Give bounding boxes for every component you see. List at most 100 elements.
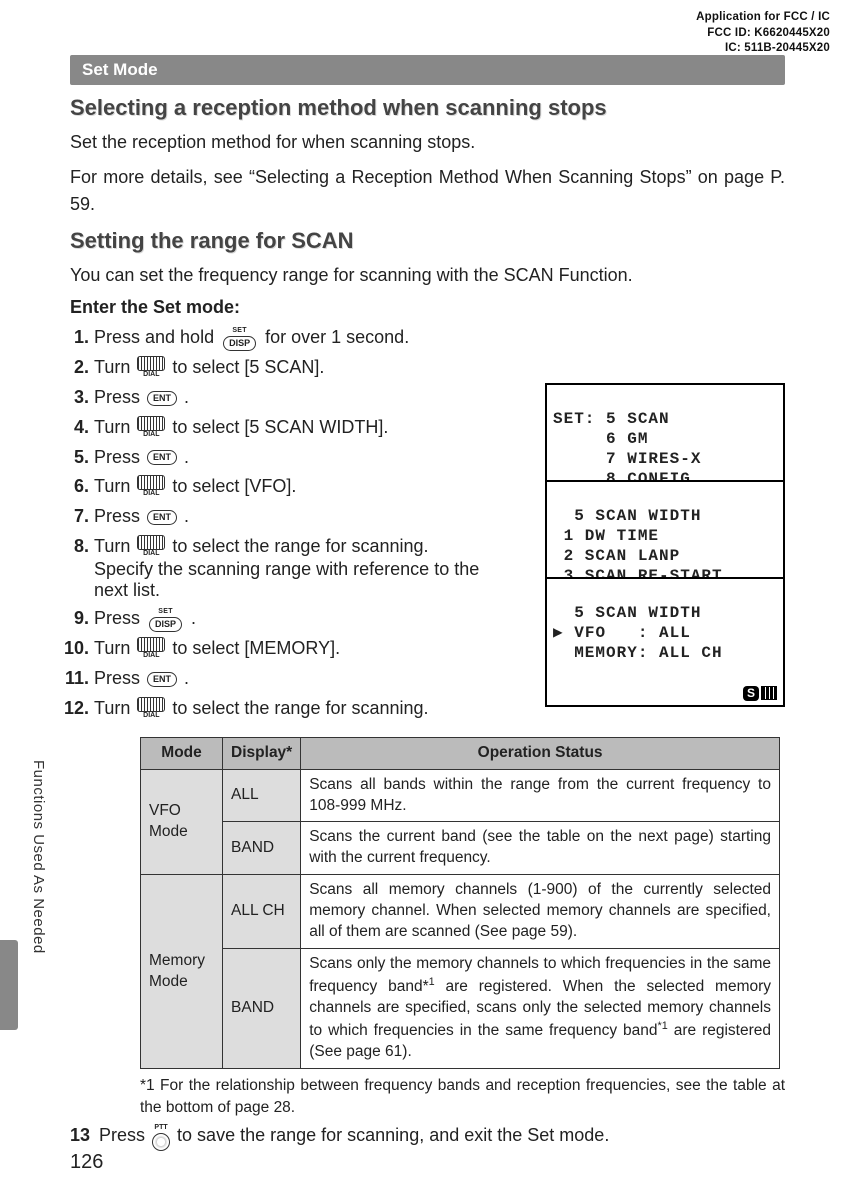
set-mode-heading: Set Mode <box>70 55 785 85</box>
step-9: Press SET DISP . <box>94 605 485 633</box>
side-section-label: Functions Used As Needed <box>30 760 47 954</box>
step6-text-a: Turn <box>94 476 135 496</box>
table-row: VFO Mode ALL Scans all bands within the … <box>141 769 780 822</box>
cell-display-all: ALL <box>223 769 301 822</box>
dial-icon: DIAL <box>137 475 165 500</box>
cell-mode-memory: Memory Mode <box>141 875 223 1069</box>
cell-display-band2: BAND <box>223 949 301 1069</box>
meta-line-3: IC: 511B-20445X20 <box>696 41 830 57</box>
cell-status-4: Scans only the memory channels to which … <box>301 949 780 1069</box>
step4-text-a: Turn <box>94 417 135 437</box>
ent-button-icon: ENT <box>147 510 177 525</box>
section1-paragraph2: For more details, see “Selecting a Recep… <box>70 164 785 218</box>
lcd2-line2: 1 DW TIME <box>553 527 659 545</box>
ent-button-icon: ENT <box>147 450 177 465</box>
r4-sup2: *1 <box>658 1020 668 1032</box>
cell-status-2: Scans the current band (see the table on… <box>301 822 780 875</box>
step8-text-b: to select the range for scanning. <box>172 536 428 556</box>
step3-text-b: . <box>184 387 189 407</box>
battery-icon <box>761 686 777 700</box>
cell-mode-vfo: VFO Mode <box>141 769 223 875</box>
lcd3-line1: 5 SCAN WIDTH <box>553 604 701 622</box>
lcd3-footer: S <box>553 683 777 703</box>
step1-text-a: Press and hold <box>94 327 219 347</box>
step11-text-a: Press <box>94 668 145 688</box>
step1-text-b: for over 1 second. <box>265 327 409 347</box>
disp-button-label: DISP <box>149 617 182 632</box>
section-title-2: Setting the range for SCAN <box>70 228 785 254</box>
lcd2-line3: 2 SCAN LANP <box>553 547 680 565</box>
table-row: BAND Scans the current band (see the tab… <box>141 822 780 875</box>
section1-paragraph1: Set the reception method for when scanni… <box>70 129 785 156</box>
step-13: 13 Press PTT to save the range for scann… <box>70 1122 785 1150</box>
cell-status-1: Scans all bands within the range from th… <box>301 769 780 822</box>
footnote: *1 For the relationship between frequenc… <box>140 1075 785 1118</box>
table-body: VFO Mode ALL Scans all bands within the … <box>141 769 780 1068</box>
dial-icon: DIAL <box>137 535 165 560</box>
step3-text-a: Press <box>94 387 145 407</box>
step-2: Turn DIAL to select [5 SCAN]. <box>94 354 485 382</box>
operation-status-table: Mode Display* Operation Status VFO Mode … <box>140 737 780 1069</box>
dial-label: DIAL <box>143 711 159 722</box>
step-7: Press ENT . <box>94 503 485 531</box>
disp-button-label: DISP <box>223 336 256 351</box>
step-1: Press and hold SET DISP for over 1 secon… <box>94 324 485 352</box>
col-status: Operation Status <box>301 737 780 769</box>
dial-label: DIAL <box>143 370 159 381</box>
cell-status-3: Scans all memory channels (1-900) of the… <box>301 875 780 949</box>
ptt-circle-icon <box>152 1133 170 1151</box>
dial-icon: DIAL <box>137 697 165 722</box>
dial-knob-icon <box>137 697 165 712</box>
disp-button-icon: SET DISP <box>147 607 184 632</box>
step2-text-a: Turn <box>94 357 135 377</box>
step8-text-a: Turn <box>94 536 135 556</box>
disp-button-icon: SET DISP <box>221 326 258 351</box>
cell-display-allch: ALL CH <box>223 875 301 949</box>
dial-knob-icon <box>137 535 165 550</box>
header-metadata: Application for FCC / IC FCC ID: K662044… <box>696 10 830 57</box>
side-tab-icon <box>0 940 18 1030</box>
page-number: 126 <box>70 1151 103 1174</box>
table-head: Mode Display* Operation Status <box>141 737 780 769</box>
step-10: Turn DIAL to select [MEMORY]. <box>94 635 485 663</box>
lcd3-line3: MEMORY: ALL CH <box>553 644 723 662</box>
step-8: Turn DIAL to select the range for scanni… <box>94 533 485 561</box>
dial-icon: DIAL <box>137 356 165 381</box>
step-12: Turn DIAL to select the range for scanni… <box>94 695 485 723</box>
s-badge-icon: S <box>743 686 759 701</box>
dial-knob-icon <box>137 637 165 652</box>
page: Application for FCC / IC FCC ID: K662044… <box>0 0 845 1202</box>
step13-text-b: to save the range for scanning, and exit… <box>177 1125 609 1145</box>
meta-line-2: FCC ID: K6620445X20 <box>696 26 830 42</box>
ent-button-icon: ENT <box>147 672 177 687</box>
step-4: Turn DIAL to select [5 SCAN WIDTH]. <box>94 414 485 442</box>
lcd1-line1: SET: 5 SCAN <box>553 410 670 428</box>
step-6: Turn DIAL to select [VFO]. <box>94 473 485 501</box>
step5-text-a: Press <box>94 447 145 467</box>
step9-text-a: Press <box>94 608 145 628</box>
step7-text-a: Press <box>94 506 145 526</box>
step5-text-b: . <box>184 447 189 467</box>
col-display: Display* <box>223 737 301 769</box>
lcd3-line4 <box>553 664 564 682</box>
lcd1-line2: 6 GM <box>553 430 648 448</box>
step-11: Press ENT . <box>94 665 485 693</box>
step4-text-b: to select [5 SCAN WIDTH]. <box>172 417 388 437</box>
lcd-screen-3: 5 SCAN WIDTH ▶ VFO : ALL MEMORY: ALL CH … <box>545 577 785 707</box>
table-header-row: Mode Display* Operation Status <box>141 737 780 769</box>
step2-text-b: to select [5 SCAN]. <box>172 357 324 377</box>
col-mode: Mode <box>141 737 223 769</box>
step11-text-b: . <box>184 668 189 688</box>
step10-text-a: Turn <box>94 638 135 658</box>
lcd3-line2: ▶ VFO : ALL <box>553 624 691 642</box>
table-row: BAND Scans only the memory channels to w… <box>141 949 780 1069</box>
dial-knob-icon <box>137 475 165 490</box>
ent-button-icon: ENT <box>147 391 177 406</box>
dial-icon: DIAL <box>137 637 165 662</box>
step13-text-a: Press <box>99 1125 150 1145</box>
dial-knob-icon <box>137 416 165 431</box>
section2-intro: You can set the frequency range for scan… <box>70 262 785 289</box>
enter-set-mode-label: Enter the Set mode: <box>70 297 785 318</box>
section-title-1: Selecting a reception method when scanni… <box>70 95 785 121</box>
dial-knob-icon <box>137 356 165 371</box>
